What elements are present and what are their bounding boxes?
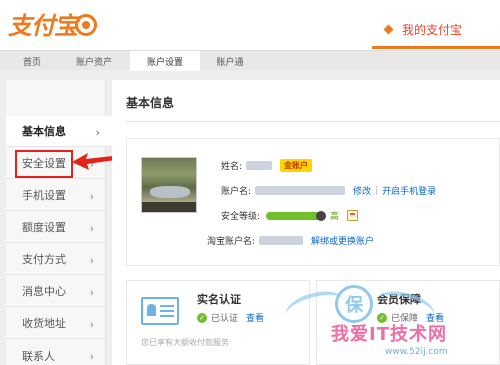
chevron-right-icon: › [89,286,94,299]
realname-card: 实名认证 ✓ 已认证 查看 您已享有大额收付款服务 [126,280,310,365]
taobao-value-redacted [259,236,304,245]
my-alipay-underline [372,46,500,49]
header: 支付宝 我的支付宝 [0,0,500,50]
divider [126,121,500,122]
bind-link[interactable]: 解绑或更换账户 [311,234,374,247]
name-value-redacted [246,161,273,170]
sidebar-item-label: 手机设置 [22,189,66,202]
security-row: 安全等级: 高 [221,209,359,222]
security-meter [266,210,327,221]
sidebar-item-label: 收货地址 [22,317,66,330]
taobao-row: 淘宝账户名: 解绑或更换账户 [207,234,374,247]
sidebar-item-payment[interactable]: 支付方式 › [6,244,106,275]
id-card-icon [141,297,179,325]
sidebar-item-phone[interactable]: 手机设置 › [6,180,106,211]
tab-assets[interactable]: 账户资产 [66,51,122,71]
sidebar-item-contacts[interactable]: 联系人 › [6,340,106,365]
sidebar-item-address[interactable]: 收货地址 › [6,308,106,339]
sidebar-item-label: 基本信息 [22,125,66,138]
chevron-right-icon: › [89,190,94,203]
sidebar-item-messages[interactable]: 消息中心 › [6,276,106,307]
tab-account-pass[interactable]: 账户通 [206,51,254,71]
diamond-icon [383,24,394,35]
realname-title: 实名认证 [197,293,241,306]
chevron-right-icon: › [89,254,94,267]
phone-login-link[interactable]: 开启手机登录 [382,184,436,197]
tab-account-settings[interactable]: 账户设置 [130,51,200,71]
sidebar-item-limit[interactable]: 额度设置 › [6,212,106,243]
name-label: 姓名: [221,162,243,172]
separator: | [375,185,379,196]
avatar[interactable] [141,157,197,213]
logo-text: 支付宝 [8,10,78,40]
security-level: 高 [330,212,340,222]
name-row: 姓名: 金账户 [221,159,313,172]
alipay-logo[interactable]: 支付宝 [8,8,97,40]
meter-knob [316,210,327,221]
realname-view-link[interactable]: 查看 [246,311,264,324]
taobao-label: 淘宝账户名: [207,237,256,247]
sidebar-item-label: 额度设置 [22,221,66,234]
basic-info-card: 姓名: 金账户 账户名: 修改 | 开启手机登录 安全等级: 高 淘宝账户名: … [126,138,500,266]
watermark: 保 我爱IT技术网 www.52ij.com [282,285,500,365]
sidebar-item-label: 联系人 [22,349,55,363]
account-row: 账户名: 修改 | 开启手机登录 [221,184,436,198]
chevron-right-icon: › [89,350,94,363]
sidebar-item-basic-info[interactable]: 基本信息 › [6,116,112,147]
watermark-url: www.52ij.com [385,347,448,357]
watermark-badge: 保 [335,285,373,323]
sidebar-item-label: 消息中心 [22,285,66,298]
sidebar-item-label: 支付方式 [22,253,66,266]
logo-mark-icon [75,14,97,36]
annotation-highlight-box [15,150,73,178]
account-value-redacted [255,186,346,195]
realname-status: ✓ 已认证 查看 [197,311,264,324]
my-alipay-label: 我的支付宝 [401,23,462,37]
notepad-icon[interactable] [347,210,359,221]
tab-home[interactable]: 首页 [10,51,54,71]
page-title: 基本信息 [126,96,175,110]
gold-account-badge[interactable]: 金账户 [280,159,313,172]
check-icon: ✓ [197,312,207,323]
realname-desc: 您已享有大额收付款服务 [141,338,229,347]
watermark-text: 我爱IT技术网 [331,324,447,345]
chevron-right-icon: › [95,126,100,139]
my-alipay-link[interactable]: 我的支付宝 [383,21,462,38]
top-nav: 首页 账户资产 账户设置 账户通 [0,50,500,71]
security-label: 安全等级: [221,212,261,222]
sidebar: 基本信息 › 安全设置 › 手机设置 › 额度设置 › 支付方式 › 消息中心 … [6,80,112,365]
chevron-right-icon: › [89,318,94,331]
edit-link[interactable]: 修改 [353,184,371,197]
realname-status-text: 已认证 [211,314,239,324]
chevron-right-icon: › [89,222,94,235]
account-label: 账户名: [221,187,252,197]
